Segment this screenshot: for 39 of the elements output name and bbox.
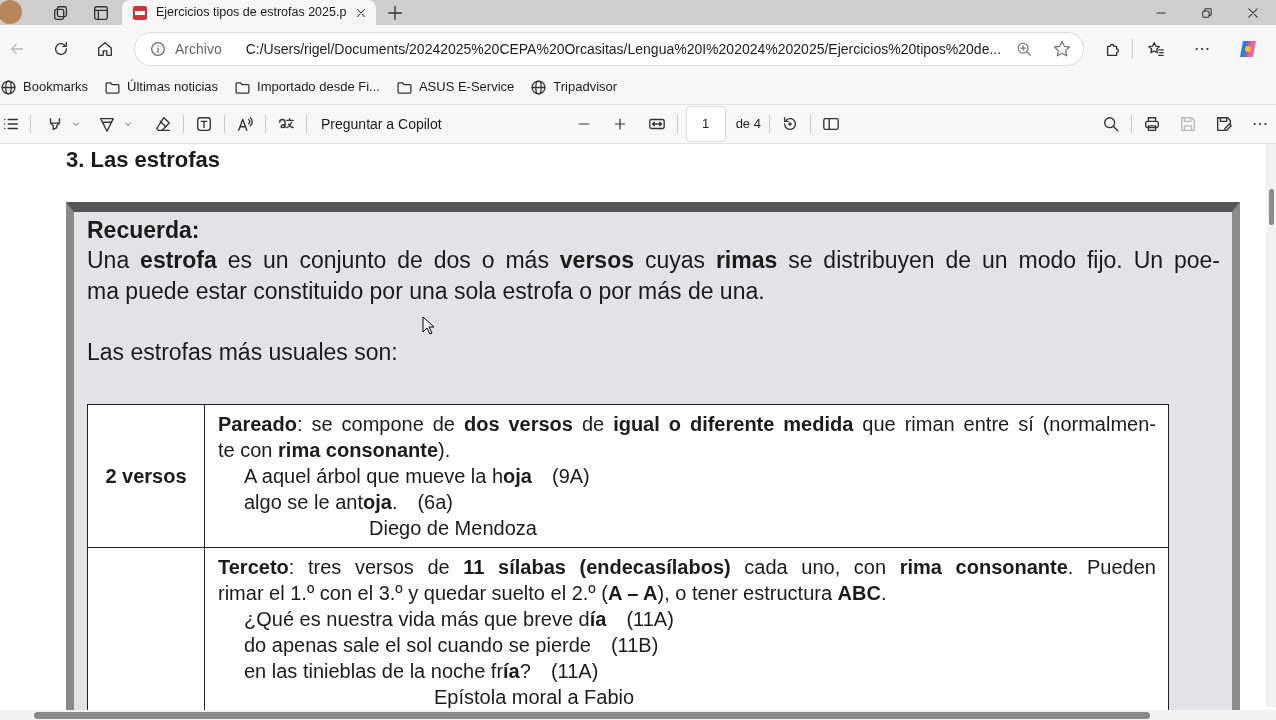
verse-line: en las tinieblas de la noche fría? — [244, 659, 531, 684]
address-bar[interactable]: Archivo C:/Users/rigel/Documents/20242025%20CEPA%20Orcasitas/Lengua%20I%202024%202025/Ejercicios%20tipos%20de... — [134, 32, 1084, 66]
bookmark-item[interactable]: Importado desde Fi... — [234, 77, 380, 97]
intro-text: Las estrofas más usuales son: — [87, 338, 399, 367]
bookmark-item[interactable]: Tripadvisor — [530, 77, 618, 97]
verse-line: do apenas sale el sol cuando se pierde — [244, 633, 591, 658]
vertical-scrollbar-thumb[interactable] — [1269, 189, 1274, 225]
row-label: 2 versos — [105, 464, 187, 489]
site-info-label: Archivo — [175, 39, 222, 59]
rhyme-scheme: (6a) — [417, 490, 454, 515]
definition-text: Terceto: tres versos de 11 sílabas (endecasílabos) cada uno, con rima consonante. Pueden rimar el 1.º con el 3.º y quedar suelto el 2.º (A – A), o tener estructura ABC. — [218, 555, 1156, 606]
rhyme-scheme: (9A) — [552, 464, 590, 489]
bookmark-item[interactable]: Últimas noticias — [104, 77, 219, 97]
url-text: C:/Users/rigel/Documents/20242025%20CEPA%20Orcasitas/Lengua%20I%202024%202025/Ejercicios%20tipos%20de... — [245, 39, 1002, 59]
info-icon[interactable] — [149, 40, 167, 58]
rhyme-scheme: (11B) — [610, 633, 659, 658]
ask-copilot-button[interactable]: Preguntar a Copilot — [315, 113, 448, 135]
section-heading: 3. Las estrofas — [66, 149, 222, 171]
rhyme-scheme: (11A) — [550, 659, 599, 684]
bookmark-item[interactable]: ASUS E-Service — [395, 77, 515, 97]
pdf-icon — [132, 4, 148, 21]
verse-line: ¿Qué es nuestra vida más que breve día — [244, 607, 607, 632]
paragraph: Una estrofa es un conjunto de dos o más versos cuyas rimas se distribuyen de un modo fijo. Un poe- ma puede estar constituido por una sola estrofa o por más de una. — [87, 246, 1220, 306]
verse-line: algo se le antoja. — [244, 490, 398, 515]
poem-source: Epístola moral a Fabio — [434, 685, 635, 710]
globe-icon — [0, 78, 17, 96]
globe-icon — [530, 78, 548, 96]
page-count: de 4 — [735, 115, 761, 134]
bookmark-item[interactable]: Bookmarks — [0, 77, 89, 97]
box-title: Recuerda: — [87, 216, 201, 245]
definition-text: Pareado: se compone de dos versos de igual o diferente medida que riman entre sí (normalmen- te con rima consonante). — [218, 412, 1156, 463]
verse-line: A aquel árbol que mueve la hoja — [244, 464, 532, 489]
poem-source: Diego de Mendoza — [369, 516, 537, 541]
page-number-field[interactable]: 1 — [685, 106, 726, 142]
mouse-cursor-icon — [422, 316, 435, 335]
rhyme-scheme: (11A) — [626, 607, 674, 632]
browser-tab[interactable]: Ejercicios tipos de estrofas 2025.p — [122, 0, 377, 25]
tab-title: Ejercicios tipos de estrofas 2025.p — [156, 4, 347, 22]
horizontal-scrollbar-thumb[interactable] — [34, 712, 1150, 719]
